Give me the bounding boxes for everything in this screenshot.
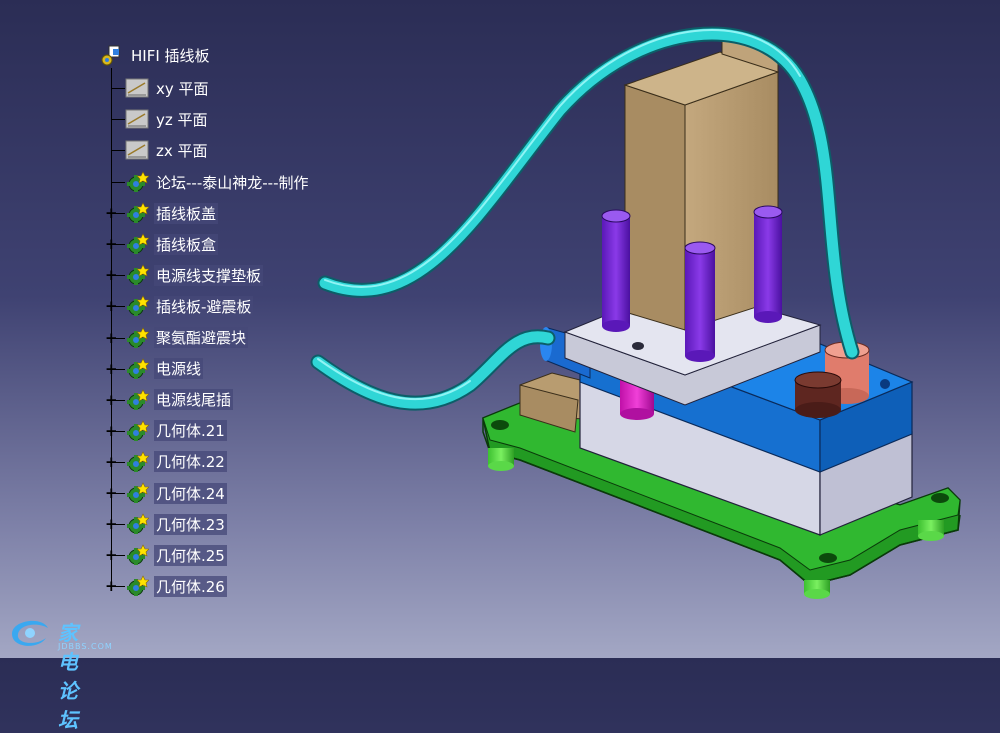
- watermark-title: 家电论坛: [58, 621, 79, 732]
- tree-root-label: HIFI 插线板: [131, 46, 210, 65]
- tree-item-label: 几何体.25: [154, 544, 227, 566]
- tree-item-label: 几何体.26: [154, 575, 227, 597]
- tree-item-body[interactable]: 论坛---泰山神龙---制作: [125, 170, 310, 194]
- part-body-icon: [125, 295, 150, 317]
- tree-item-label: 几何体.24: [154, 482, 227, 504]
- tree-item-body[interactable]: 几何体.24: [125, 481, 227, 505]
- tree-item-label: 电源线尾插: [154, 389, 234, 411]
- tree-item-body[interactable]: 几何体.23: [125, 512, 227, 536]
- expand-toggle-icon[interactable]: +: [105, 206, 118, 221]
- tree-item-label: yz 平面: [156, 110, 208, 129]
- tree-item-label: xy 平面: [156, 79, 209, 98]
- tree-item-body[interactable]: 聚氨酯避震块: [125, 326, 249, 350]
- expand-toggle-icon[interactable]: +: [105, 454, 118, 469]
- plane-icon: [125, 140, 149, 160]
- tree-item-label: 几何体.23: [154, 513, 227, 535]
- tree-item-label: 几何体.21: [154, 420, 227, 442]
- expand-toggle-icon[interactable]: +: [105, 486, 118, 501]
- cad-model-viewport[interactable]: [300, 20, 1000, 610]
- tree-item-body[interactable]: 插线板-避震板: [125, 294, 254, 318]
- tree-item-body[interactable]: 插线板盒: [125, 232, 219, 256]
- tree-root-node[interactable]: HIFI 插线板: [100, 43, 212, 67]
- part-body-icon: [125, 202, 150, 224]
- site-logo-icon: [12, 620, 48, 646]
- part-body-icon: [125, 513, 150, 535]
- socket-brown: [794, 371, 842, 418]
- tree-item-yz-plane[interactable]: yz 平面: [125, 107, 210, 131]
- tree-item-body[interactable]: 电源线尾插: [125, 388, 234, 412]
- expand-toggle-icon[interactable]: +: [105, 268, 118, 283]
- tree-item-label: 电源线支撑垫板: [154, 264, 264, 286]
- expand-toggle-icon[interactable]: +: [105, 392, 118, 407]
- expand-toggle-icon[interactable]: +: [105, 517, 118, 532]
- plane-icon: [125, 78, 149, 98]
- tree-item-body[interactable]: 电源线: [125, 357, 204, 381]
- plane-icon: [125, 109, 149, 129]
- part-body-icon: [125, 451, 150, 473]
- tree-item-label: zx 平面: [156, 141, 208, 160]
- part-body-icon: [125, 482, 150, 504]
- tree-item-body[interactable]: 几何体.26: [125, 574, 227, 598]
- tree-branch-line: [111, 119, 125, 120]
- tree-item-xy-plane[interactable]: xy 平面: [125, 76, 211, 100]
- part-body-icon: [125, 420, 150, 442]
- tree-branch-line: [111, 150, 125, 151]
- tree-item-body[interactable]: 电源线支撑垫板: [125, 263, 264, 287]
- part-body-icon: [125, 575, 150, 597]
- part-body-icon: [125, 544, 150, 566]
- tree-item-label: 插线板-避震板: [154, 295, 254, 317]
- expand-toggle-icon[interactable]: +: [105, 299, 118, 314]
- watermark-url: JDBBS.COM: [58, 642, 113, 651]
- part-body-icon: [125, 357, 150, 380]
- site-watermark: 家电论坛 JDBBS.COM: [8, 614, 112, 732]
- expand-toggle-icon[interactable]: +: [105, 330, 118, 345]
- tree-item-body[interactable]: 几何体.21: [125, 419, 227, 443]
- specification-tree: HIFI 插线板 xy 平面 yz 平面 zx 平面 论坛---泰山神龙---制…: [0, 0, 330, 620]
- expand-toggle-icon[interactable]: +: [105, 361, 118, 376]
- tree-item-label: 聚氨酯避震块: [154, 327, 249, 348]
- tree-item-label: 论坛---泰山神龙---制作: [156, 173, 309, 192]
- product-icon: [101, 45, 120, 66]
- tree-item-zx-plane[interactable]: zx 平面: [125, 138, 210, 162]
- expand-toggle-icon[interactable]: +: [105, 423, 118, 438]
- tree-item-label: 插线板盖: [154, 202, 219, 224]
- part-body-icon: [125, 389, 150, 411]
- part-body-icon: [125, 171, 150, 193]
- part-body-icon: [125, 233, 150, 255]
- tree-branch-line: [111, 88, 125, 89]
- part-body-icon: [125, 264, 150, 286]
- tree-item-label: 电源线: [154, 358, 204, 380]
- part-body-icon: [125, 326, 150, 349]
- tree-branch-line: [111, 182, 125, 183]
- expand-toggle-icon[interactable]: +: [105, 548, 118, 563]
- expand-toggle-icon[interactable]: +: [105, 579, 118, 594]
- tree-item-body[interactable]: 几何体.22: [125, 450, 227, 474]
- tree-item-body[interactable]: 插线板盖: [125, 201, 219, 225]
- expand-toggle-icon[interactable]: +: [105, 237, 118, 252]
- tree-item-label: 插线板盒: [154, 233, 219, 255]
- tree-item-label: 几何体.22: [154, 451, 227, 473]
- tree-item-body[interactable]: 几何体.25: [125, 543, 227, 567]
